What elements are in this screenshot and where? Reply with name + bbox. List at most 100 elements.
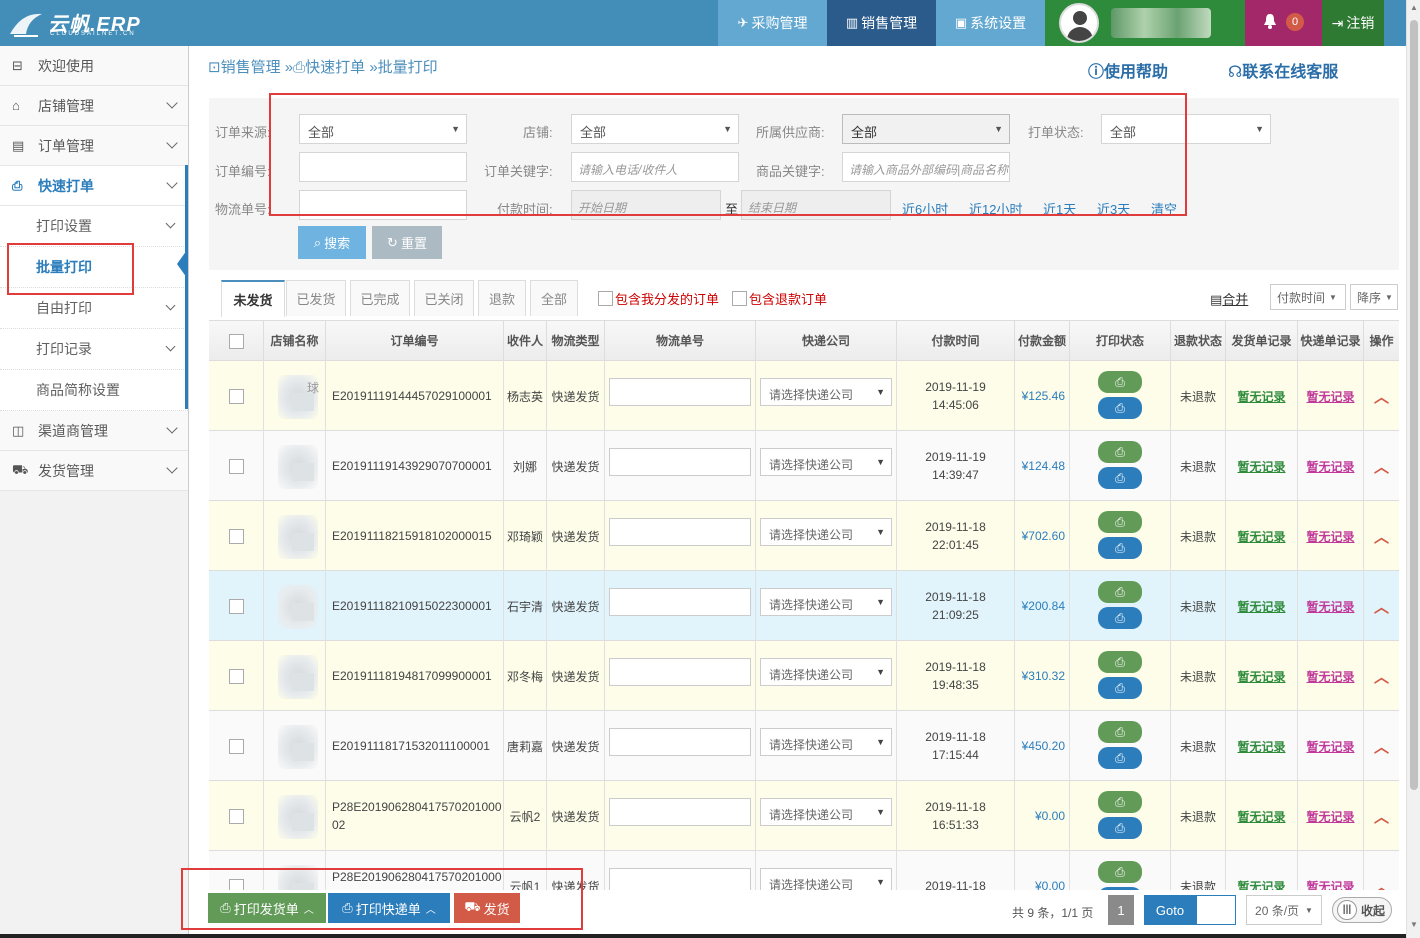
th-receiver[interactable]: 收件人 <box>504 321 547 361</box>
tab-all[interactable]: 全部 <box>530 280 578 316</box>
sidebar-sub-goods-alias[interactable]: 商品简称设置 <box>0 370 188 411</box>
include-dist-checkbox[interactable] <box>598 291 613 306</box>
select-all-checkbox[interactable] <box>228 334 244 350</box>
sidebar-item-quick-print[interactable]: ⎙ 快速打单 <box>0 166 188 206</box>
table-row[interactable]: E20191119143929070700001 刘娜 快递发货 请选择快递公司 ▼ 20… <box>209 431 1399 501</box>
th-refund-status[interactable]: 退款状态 <box>1171 321 1226 361</box>
table-row[interactable]: E20191118215918102000015 邓琦颖 快递发货 请选择快递公司 ▼ 2… <box>209 501 1399 571</box>
table-row[interactable]: 球 E20191119144457029100001 杨志英 快递发货 请选择快递公司 ▼… <box>209 361 1399 431</box>
tab-completed[interactable]: 已完成 <box>350 280 410 316</box>
tab-unshipped[interactable]: 未发货 <box>221 280 285 317</box>
ship-record-link[interactable]: 暂无记录 <box>1237 598 1285 615</box>
nav-sales[interactable]: ▥ 销售管理 <box>827 0 936 46</box>
print-express-status-button[interactable]: ⎙ <box>1098 887 1142 890</box>
chevron-up-icon[interactable]: ︿ <box>1374 806 1389 827</box>
merge-link[interactable]: ▤合并 <box>1210 289 1248 308</box>
express-company-select[interactable]: 请选择快递公司 ▼ <box>760 658 892 686</box>
sidebar-item-welcome[interactable]: ⊟ 欢迎使用 <box>0 46 188 86</box>
logistics-no-input[interactable] <box>609 868 751 890</box>
logistics-no-input[interactable] <box>609 798 751 826</box>
table-row[interactable]: E20191118210915022300001 石宇清 快递发货 请选择快递公司 ▼ 2… <box>209 571 1399 641</box>
support-link[interactable]: ☊联系在线客服 <box>1228 58 1338 82</box>
sidebar-sub-print-records[interactable]: 打印记录 <box>0 329 188 370</box>
print-express-status-button[interactable]: ⎙ <box>1098 817 1142 839</box>
row-checkbox[interactable] <box>228 808 244 824</box>
th-order-no[interactable]: 订单编号 <box>326 321 504 361</box>
reset-button[interactable]: ↻ 重置 <box>372 226 442 259</box>
include-dist-option[interactable]: 包含我分发的订单 <box>598 289 719 308</box>
logistics-no-input[interactable] <box>609 588 751 616</box>
logistics-no-input[interactable] <box>609 658 751 686</box>
print-express-status-button[interactable]: ⎙ <box>1098 607 1142 629</box>
sidebar-item-orders[interactable]: ▤ 订单管理 <box>0 126 188 166</box>
sidebar-sub-print-settings[interactable]: 打印设置 <box>0 206 188 247</box>
help-link[interactable]: ⓘ使用帮助 <box>1088 58 1168 82</box>
nav-settings[interactable]: ▣ 系统设置 <box>936 0 1045 46</box>
th-shop[interactable]: 店铺名称 <box>264 321 326 361</box>
app-logo[interactable]: 云帆.ERP CLOUDSAILNET.CN <box>8 4 188 42</box>
express-record-link[interactable]: 暂无记录 <box>1306 388 1354 405</box>
scroll-down-icon[interactable]: ▼ <box>1410 920 1418 929</box>
sidebar-item-channel[interactable]: ◫ 渠道商管理 <box>0 411 188 451</box>
page-button-1[interactable]: 1 <box>1108 895 1134 925</box>
th-express-record[interactable]: 快递单记录 <box>1298 321 1364 361</box>
row-checkbox[interactable] <box>228 458 244 474</box>
express-record-link[interactable]: 暂无记录 <box>1306 598 1354 615</box>
express-company-select[interactable]: 请选择快递公司 ▼ <box>760 378 892 406</box>
express-record-link[interactable]: 暂无记录 <box>1306 668 1354 685</box>
print-ship-status-button[interactable]: ⎙ <box>1098 721 1142 743</box>
th-pay-time[interactable]: 付款时间 <box>897 321 1015 361</box>
th-logistics-no[interactable]: 物流单号 <box>605 321 756 361</box>
scroll-thumb[interactable] <box>1410 20 1418 790</box>
ship-record-link[interactable]: 暂无记录 <box>1237 668 1285 685</box>
print-ship-status-button[interactable]: ⎙ <box>1098 861 1142 883</box>
ship-record-link[interactable]: 暂无记录 <box>1237 528 1285 545</box>
express-record-link[interactable]: 暂无记录 <box>1306 458 1354 475</box>
th-amount[interactable]: 付款金额 <box>1015 321 1070 361</box>
tab-closed[interactable]: 已关闭 <box>414 280 474 316</box>
row-checkbox[interactable] <box>228 738 244 754</box>
chevron-up-icon[interactable]: ︿ <box>1374 876 1389 891</box>
chevron-up-icon[interactable]: ︿ <box>1374 596 1389 617</box>
chevron-up-icon[interactable]: ︿ <box>1374 456 1389 477</box>
print-express-status-button[interactable]: ⎙ <box>1098 467 1142 489</box>
chevron-up-icon[interactable]: ︿ <box>1374 386 1389 407</box>
chevron-up-icon[interactable]: ︿ <box>1374 666 1389 687</box>
express-company-select[interactable]: 请选择快递公司 ▼ <box>760 868 892 890</box>
print-ship-status-button[interactable]: ⎙ <box>1098 581 1142 603</box>
print-ship-status-button[interactable]: ⎙ <box>1098 511 1142 533</box>
th-express[interactable]: 快递公司 <box>756 321 897 361</box>
per-page-select[interactable]: 20 条/页 ▼ <box>1246 895 1322 925</box>
express-record-link[interactable]: 暂无记录 <box>1306 528 1354 545</box>
logistics-no-input[interactable] <box>609 518 751 546</box>
ship-record-link[interactable]: 暂无记录 <box>1237 808 1285 825</box>
print-ship-status-button[interactable]: ⎙ <box>1098 791 1142 813</box>
goto-page-input[interactable] <box>1196 895 1236 925</box>
express-company-select[interactable]: 请选择快递公司 ▼ <box>760 798 892 826</box>
include-refund-checkbox[interactable] <box>732 291 747 306</box>
row-checkbox[interactable] <box>228 388 244 404</box>
row-checkbox[interactable] <box>228 598 244 614</box>
th-print-status[interactable]: 打印状态 <box>1070 321 1171 361</box>
table-row[interactable]: E20191118194817099900001 邓冬梅 快递发货 请选择快递公司 ▼ 2… <box>209 641 1399 711</box>
logistics-no-input[interactable] <box>609 378 751 406</box>
logistics-no-input[interactable] <box>609 728 751 756</box>
ship-record-link[interactable]: 暂无记录 <box>1237 458 1285 475</box>
express-company-select[interactable]: 请选择快递公司 ▼ <box>760 728 892 756</box>
express-company-select[interactable]: 请选择快递公司 ▼ <box>760 448 892 476</box>
user-menu[interactable] <box>1045 0 1245 46</box>
express-record-link[interactable]: 暂无记录 <box>1306 738 1354 755</box>
row-checkbox[interactable] <box>228 668 244 684</box>
sort-order-select[interactable]: 降序 ▼ <box>1350 284 1398 310</box>
ship-record-link[interactable]: 暂无记录 <box>1237 738 1285 755</box>
table-row[interactable]: E20191118171532011100001 唐莉嘉 快递发货 请选择快递公司 ▼ 2… <box>209 711 1399 781</box>
sidebar-item-shop[interactable]: ⌂ 店铺管理 <box>0 86 188 126</box>
print-express-status-button[interactable]: ⎙ <box>1098 677 1142 699</box>
ship-record-link[interactable]: 暂无记录 <box>1237 878 1285 891</box>
print-express-status-button[interactable]: ⎙ <box>1098 537 1142 559</box>
print-express-status-button[interactable]: ⎙ <box>1098 747 1142 769</box>
express-record-link[interactable]: 暂无记录 <box>1306 878 1354 891</box>
print-ship-status-button[interactable]: ⎙ <box>1098 441 1142 463</box>
table-row[interactable]: P28E20190628041757020100002 云帆2 快递发货 请选择快递公… <box>209 781 1399 851</box>
express-company-select[interactable]: 请选择快递公司 ▼ <box>760 518 892 546</box>
